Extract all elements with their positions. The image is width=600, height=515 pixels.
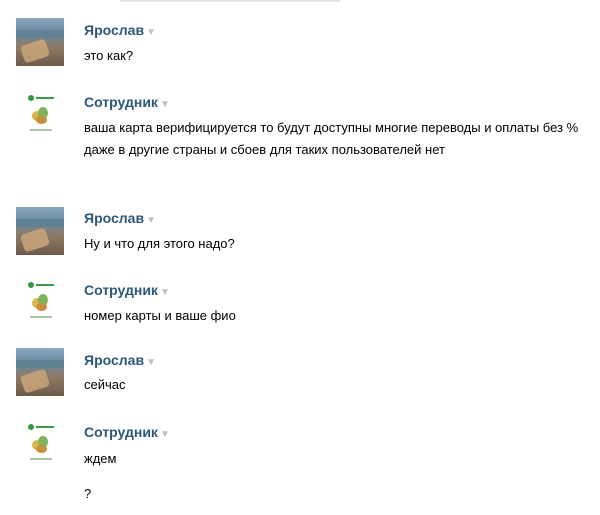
bank-logo-icon: [28, 95, 54, 101]
author-name-label[interactable]: Ярослав: [84, 22, 144, 38]
author-name[interactable]: Ярослав ▼: [84, 22, 156, 38]
message-text: номер карты и ваше фио: [84, 308, 236, 323]
dropdown-arrow-icon[interactable]: ▼: [146, 357, 156, 368]
message-text: Ну и что для этого надо?: [84, 236, 235, 251]
dropdown-arrow-icon[interactable]: ▼: [146, 27, 156, 38]
bank-logo-icon: [28, 424, 54, 430]
dropdown-arrow-icon[interactable]: ▼: [160, 429, 170, 440]
author-name-label[interactable]: Ярослав: [84, 210, 144, 226]
author-name-label[interactable]: Сотрудник: [84, 282, 158, 298]
author-name-label[interactable]: Ярослав: [84, 352, 144, 368]
avatar[interactable]: [16, 348, 64, 396]
bank-logo-icon: [28, 282, 54, 288]
dropdown-arrow-icon[interactable]: ▼: [160, 287, 170, 298]
message-text: это как?: [84, 48, 134, 63]
message-text: ждем: [84, 451, 117, 466]
author-name[interactable]: Сотрудник ▼: [84, 282, 170, 298]
author-name[interactable]: Сотрудник ▼: [84, 94, 170, 110]
avatar[interactable]: [16, 422, 64, 470]
avatar[interactable]: [16, 93, 64, 141]
extra-message-line: ?: [84, 486, 92, 501]
coins-icon: [30, 107, 50, 125]
author-name[interactable]: Ярослав ▼: [84, 210, 156, 226]
logo-caption: [30, 458, 52, 460]
message-text: сейчас: [84, 377, 126, 392]
author-name[interactable]: Ярослав ▼: [84, 352, 156, 368]
author-name[interactable]: Сотрудник ▼: [84, 424, 170, 440]
avatar[interactable]: [16, 280, 64, 328]
message-text: ваша карта верифицируется то будут досту…: [84, 120, 579, 157]
author-name-label[interactable]: Сотрудник: [84, 94, 158, 110]
dropdown-arrow-icon[interactable]: ▼: [146, 215, 156, 226]
coins-icon: [30, 436, 50, 454]
coins-icon: [30, 294, 50, 312]
avatar[interactable]: [16, 207, 64, 255]
dropdown-arrow-icon[interactable]: ▼: [160, 99, 170, 110]
author-name-label[interactable]: Сотрудник: [84, 424, 158, 440]
avatar[interactable]: [16, 18, 64, 66]
top-divider: [120, 0, 340, 2]
logo-caption: [30, 316, 52, 318]
logo-caption: [30, 129, 52, 131]
